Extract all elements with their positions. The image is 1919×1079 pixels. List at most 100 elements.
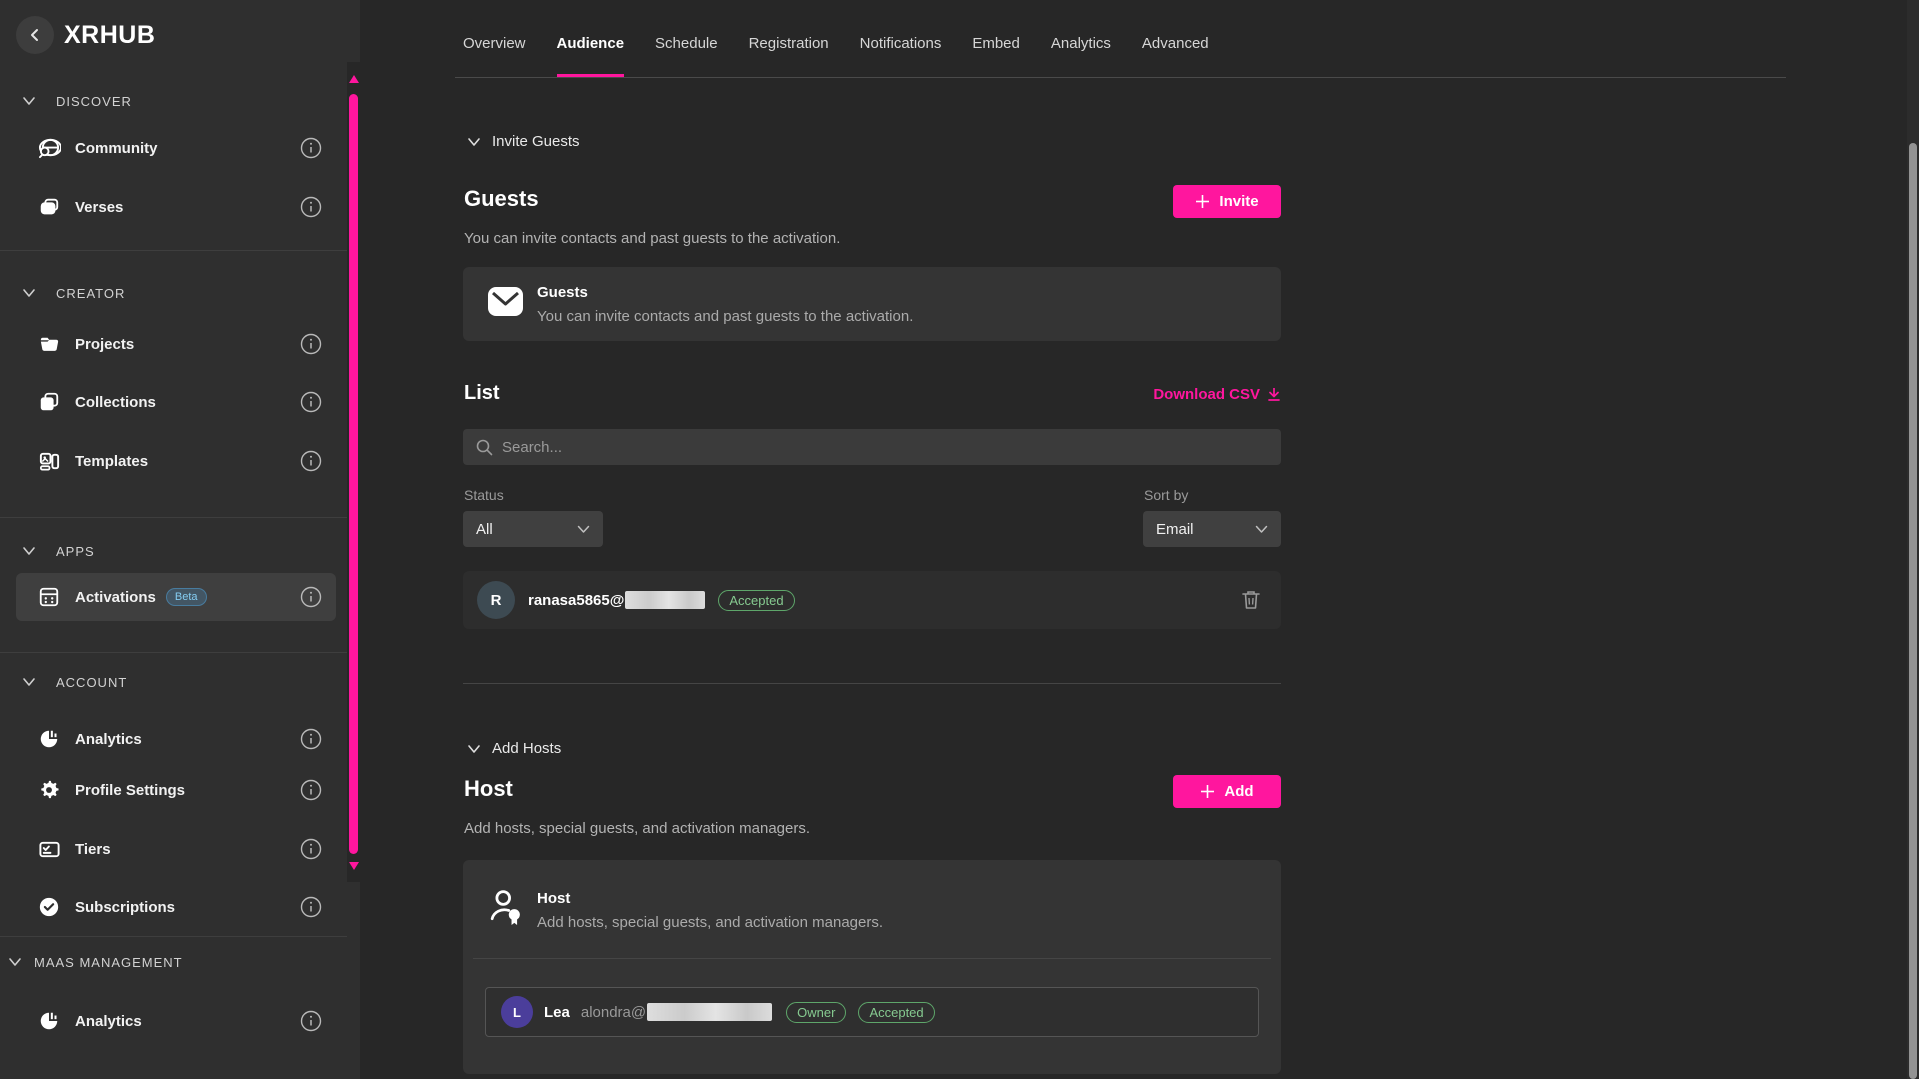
sidebar-item-profile-settings[interactable]: Profile Settings bbox=[0, 770, 347, 810]
sidebar-item-verses[interactable]: Verses bbox=[0, 187, 347, 227]
plus-icon bbox=[1195, 194, 1210, 209]
download-csv-link[interactable]: Download CSV bbox=[1153, 386, 1281, 403]
host-person-award-icon bbox=[488, 888, 524, 931]
add-hosts-collapse[interactable]: Add Hosts bbox=[467, 740, 561, 757]
guests-description: You can invite contacts and past guests … bbox=[464, 230, 840, 247]
host-email: alondra@ bbox=[581, 1004, 646, 1021]
sort-by-label: Sort by bbox=[1144, 487, 1188, 503]
app-title: XRHUB bbox=[64, 21, 155, 50]
main-content: Overview Audience Schedule Registration … bbox=[360, 0, 1919, 1079]
section-divider bbox=[463, 683, 1281, 684]
sidebar-item-templates[interactable]: Templates bbox=[0, 441, 347, 481]
collections-icon bbox=[37, 390, 61, 414]
info-icon[interactable] bbox=[300, 896, 322, 918]
trash-icon[interactable] bbox=[1242, 590, 1260, 610]
templates-icon bbox=[37, 449, 61, 473]
info-icon[interactable] bbox=[300, 779, 322, 801]
sort-dropdown[interactable]: Email bbox=[1143, 511, 1281, 547]
back-button[interactable] bbox=[16, 16, 54, 54]
chevron-down-icon bbox=[22, 288, 38, 298]
sidebar-item-label: Activations bbox=[75, 589, 156, 606]
info-icon[interactable] bbox=[300, 333, 322, 355]
guest-row: R ranasa5865@ Accepted bbox=[463, 571, 1281, 629]
host-card: Host Add hosts, special guests, and acti… bbox=[463, 860, 1281, 1074]
sidebar-scrollbar[interactable] bbox=[347, 62, 360, 882]
analytics-chart-icon bbox=[37, 727, 61, 751]
main-scrollbar-thumb[interactable] bbox=[1909, 143, 1917, 1079]
projects-folder-icon bbox=[37, 332, 61, 356]
info-icon[interactable] bbox=[300, 1010, 322, 1032]
guest-email: ranasa5865@ bbox=[528, 592, 624, 609]
sidebar-item-tiers[interactable]: Tiers bbox=[0, 829, 347, 869]
sidebar-item-collections[interactable]: Collections bbox=[0, 382, 347, 422]
plus-icon bbox=[1200, 784, 1215, 799]
status-badge: Accepted bbox=[858, 1002, 934, 1023]
community-globe-icon bbox=[37, 136, 61, 160]
gear-icon bbox=[37, 778, 61, 802]
chevron-left-icon bbox=[28, 28, 42, 42]
host-row: L Lea alondra@ Owner Accepted bbox=[485, 987, 1259, 1037]
sidebar-item-community[interactable]: Community bbox=[0, 128, 347, 168]
add-button[interactable]: Add bbox=[1173, 775, 1281, 808]
sidebar-scrollbar-thumb[interactable] bbox=[349, 94, 358, 854]
host-description: Add hosts, special guests, and activatio… bbox=[464, 820, 810, 837]
info-icon[interactable] bbox=[300, 728, 322, 750]
chevron-down-icon bbox=[467, 744, 481, 754]
analytics-chart-icon bbox=[37, 1009, 61, 1033]
sidebar-section-creator[interactable]: CREATOR bbox=[0, 281, 347, 305]
sidebar: XRHUB DISCOVER Community Verses CREATOR … bbox=[0, 0, 360, 1079]
info-icon[interactable] bbox=[300, 450, 322, 472]
avatar: L bbox=[501, 996, 533, 1028]
sidebar-divider bbox=[0, 936, 347, 937]
sidebar-section-account[interactable]: ACCOUNT bbox=[0, 670, 347, 694]
card-description: Add hosts, special guests, and activatio… bbox=[537, 914, 883, 931]
avatar: R bbox=[477, 581, 515, 619]
search-input[interactable] bbox=[502, 439, 1202, 456]
search-icon bbox=[476, 439, 493, 456]
sidebar-header: XRHUB bbox=[16, 16, 155, 54]
sidebar-item-activations[interactable]: Activations Beta bbox=[0, 577, 347, 617]
guests-heading: Guests bbox=[464, 186, 539, 212]
download-icon bbox=[1267, 387, 1281, 402]
status-filter-label: Status bbox=[464, 487, 504, 503]
sidebar-item-projects[interactable]: Projects bbox=[0, 324, 347, 364]
status-dropdown[interactable]: All bbox=[463, 511, 603, 547]
search-bar[interactable] bbox=[463, 429, 1281, 465]
tiers-card-icon bbox=[37, 837, 61, 861]
sidebar-section-apps[interactable]: APPS bbox=[0, 539, 347, 563]
redacted-email-domain bbox=[625, 591, 705, 609]
sidebar-divider bbox=[0, 250, 347, 251]
chevron-down-icon bbox=[22, 677, 38, 687]
audience-panel: Invite Guests Guests Invite You can invi… bbox=[463, 0, 1281, 1079]
card-divider bbox=[473, 958, 1271, 959]
chevron-down-icon bbox=[577, 525, 590, 534]
check-circle-icon bbox=[37, 895, 61, 919]
chevron-down-icon bbox=[467, 137, 481, 147]
invite-button[interactable]: Invite bbox=[1173, 185, 1281, 218]
redacted-email-domain bbox=[647, 1003, 772, 1021]
beta-badge: Beta bbox=[166, 588, 207, 606]
info-icon[interactable] bbox=[300, 137, 322, 159]
invite-guests-collapse[interactable]: Invite Guests bbox=[467, 133, 580, 150]
info-icon[interactable] bbox=[300, 586, 322, 608]
sidebar-section-discover[interactable]: DISCOVER bbox=[0, 89, 347, 113]
card-title: Guests bbox=[537, 284, 588, 301]
sidebar-section-maas-management[interactable]: MAAS MANAGEMENT bbox=[0, 950, 347, 974]
info-icon[interactable] bbox=[300, 838, 322, 860]
sidebar-item-analytics[interactable]: Analytics bbox=[0, 719, 347, 759]
info-icon[interactable] bbox=[300, 196, 322, 218]
guests-info-card: Guests You can invite contacts and past … bbox=[463, 267, 1281, 341]
list-heading: List bbox=[464, 382, 500, 405]
role-badge: Owner bbox=[786, 1002, 846, 1023]
scroll-down-arrow[interactable] bbox=[349, 862, 359, 870]
scroll-up-arrow[interactable] bbox=[349, 75, 359, 83]
sidebar-item-maas-analytics[interactable]: Analytics bbox=[0, 1001, 347, 1041]
host-heading: Host bbox=[464, 776, 513, 802]
sidebar-item-subscriptions[interactable]: Subscriptions bbox=[0, 887, 347, 927]
main-scrollbar[interactable] bbox=[1907, 0, 1919, 1079]
info-icon[interactable] bbox=[300, 391, 322, 413]
host-name: Lea bbox=[544, 1004, 570, 1021]
chevron-down-icon bbox=[8, 957, 24, 967]
chevron-down-icon bbox=[22, 546, 38, 556]
sidebar-divider bbox=[0, 517, 347, 518]
